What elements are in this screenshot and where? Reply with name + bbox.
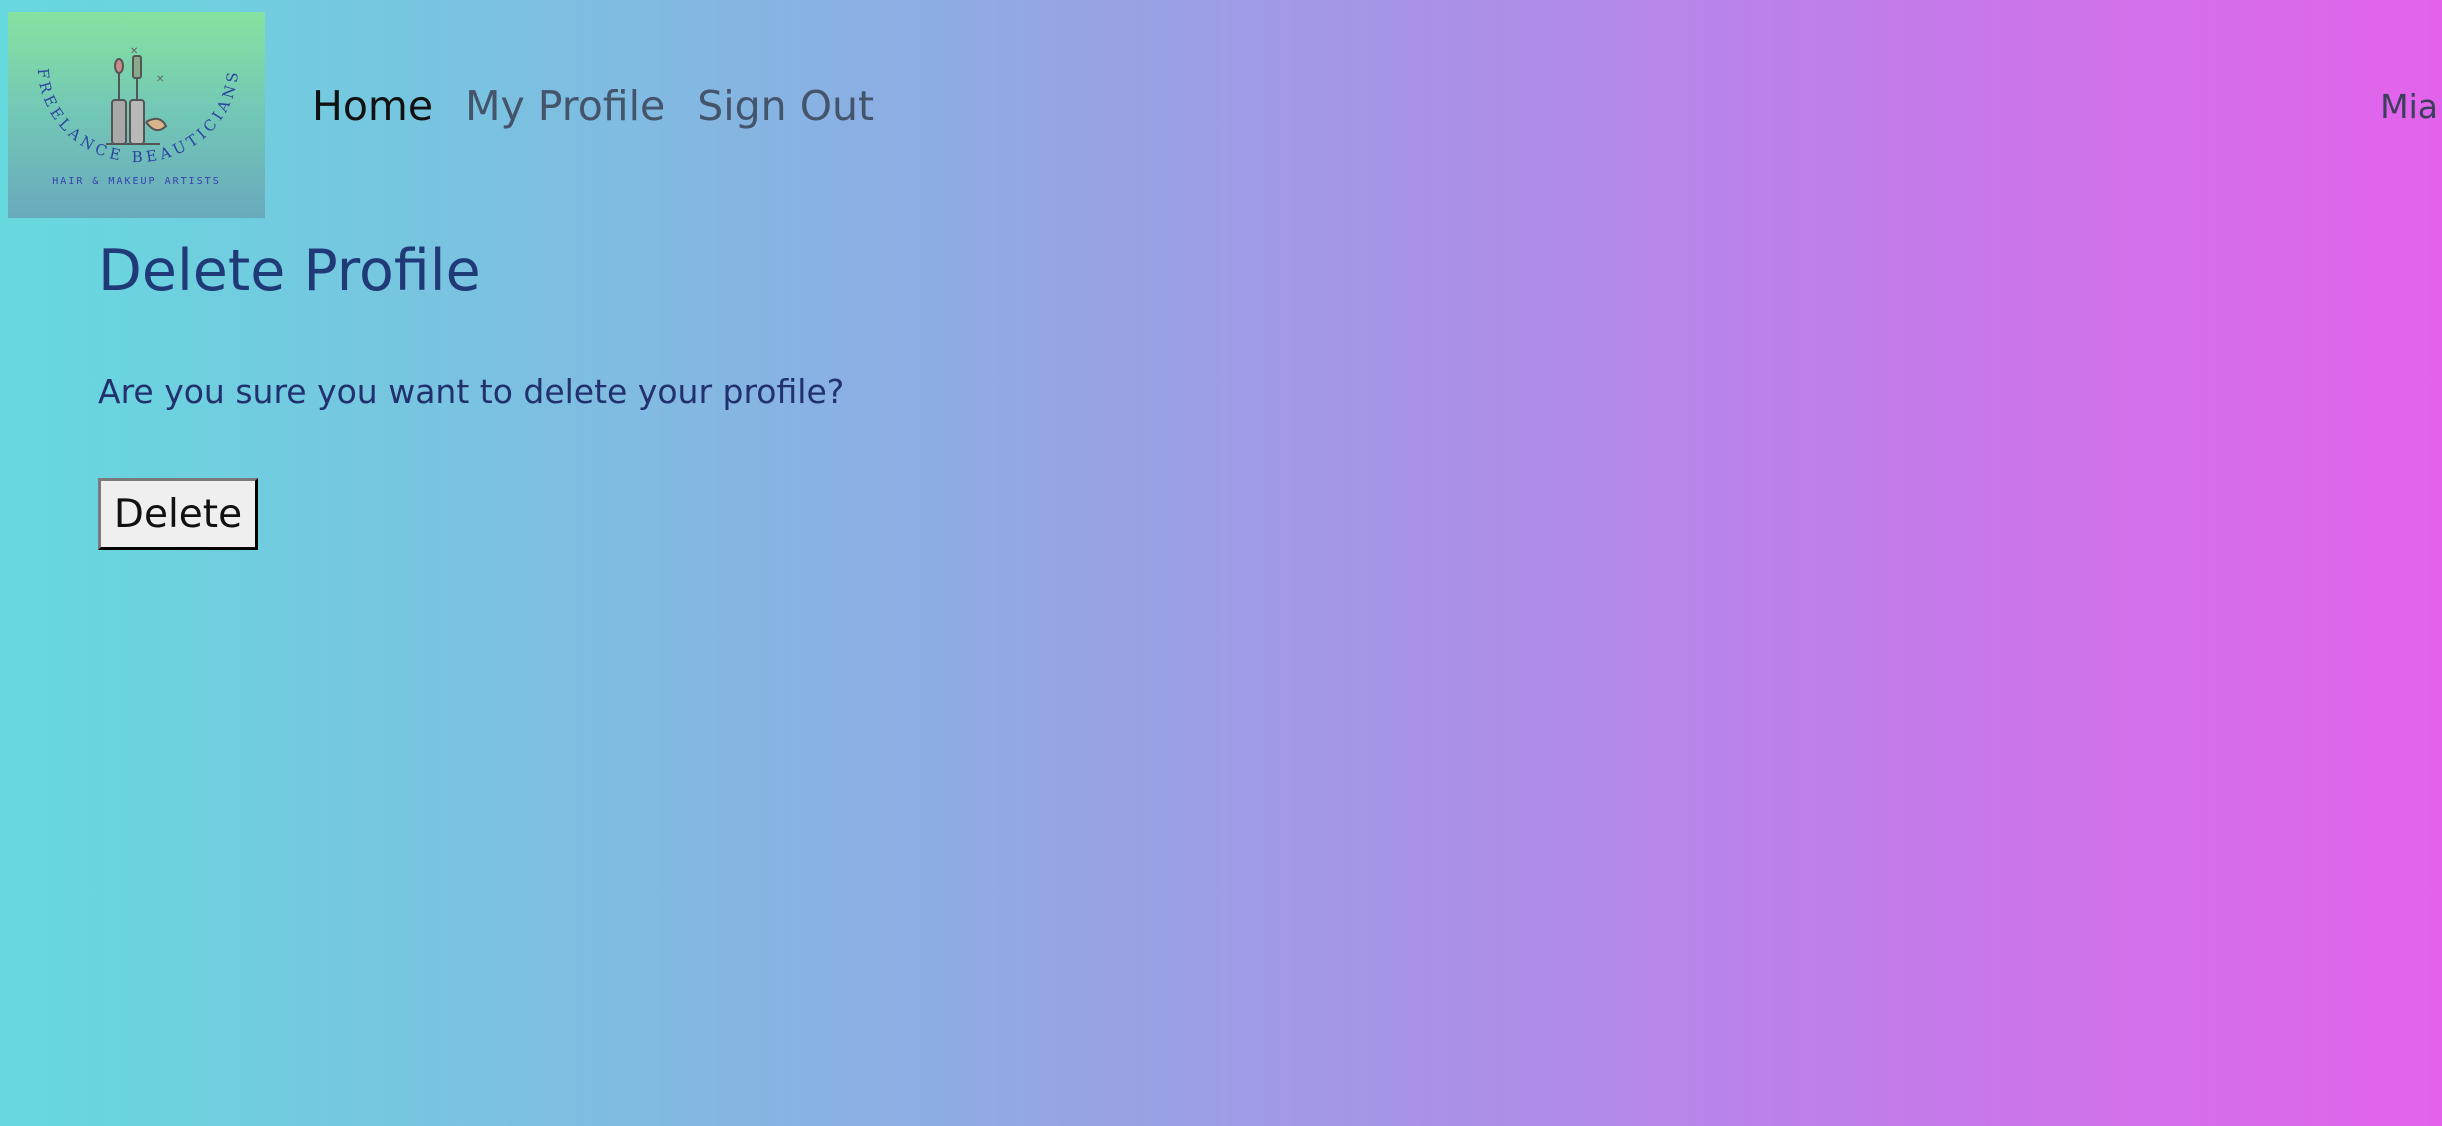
brand-logo[interactable]: ✕ ✕ FREELANCE BEAUTICIANS HAIR & MAKEUP …	[8, 12, 265, 218]
nav-my-profile-link[interactable]: My Profile	[465, 86, 665, 127]
delete-profile-button[interactable]: Delete	[98, 478, 258, 550]
current-user-name: Mia	[2380, 87, 2438, 126]
nav-home-link[interactable]: Home	[312, 86, 433, 127]
cosmetics-illustration: ✕ ✕	[106, 46, 168, 145]
logo-tagline: HAIR & MAKEUP ARTISTS	[52, 176, 220, 187]
page-title: Delete Profile	[98, 238, 481, 304]
logo-graphic: ✕ ✕ FREELANCE BEAUTICIANS HAIR & MAKEUP …	[34, 46, 238, 187]
delete-confirmation-text: Are you sure you want to delete your pro…	[98, 372, 845, 411]
nav-sign-out-link[interactable]: Sign Out	[697, 86, 874, 127]
svg-text:✕: ✕	[156, 74, 164, 85]
main-nav: Home My Profile Sign Out	[312, 86, 874, 127]
svg-text:✕: ✕	[130, 46, 138, 57]
